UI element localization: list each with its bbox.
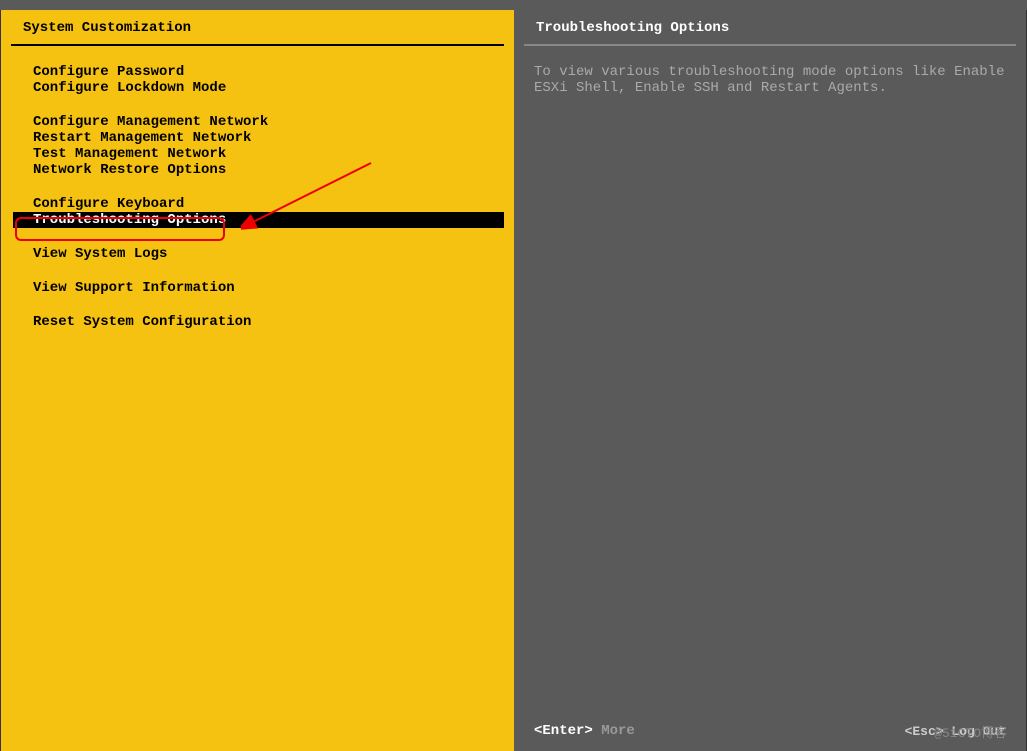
menu-configure-keyboard[interactable]: Configure Keyboard <box>25 196 514 212</box>
menu-test-management-network[interactable]: Test Management Network <box>25 146 514 162</box>
enter-key-label: <Enter> <box>534 723 593 739</box>
right-panel-title: Troubleshooting Options <box>524 10 1016 46</box>
left-panel: System Customization Configure Password … <box>0 10 514 751</box>
menu-restart-management-network[interactable]: Restart Management Network <box>25 130 514 146</box>
hint-enter: <Enter> More <box>534 723 635 739</box>
menu-group-5: View Support Information <box>13 280 514 296</box>
menu-view-system-logs[interactable]: View System Logs <box>25 246 514 262</box>
menu-group-3: Configure Keyboard Troubleshooting Optio… <box>13 196 514 228</box>
menu-configure-management-network[interactable]: Configure Management Network <box>25 114 514 130</box>
menu-configure-lockdown-mode[interactable]: Configure Lockdown Mode <box>25 80 514 96</box>
menu-network-restore-options[interactable]: Network Restore Options <box>25 162 514 178</box>
watermark: @51CTO博客 <box>934 722 1007 741</box>
left-panel-title: System Customization <box>11 10 504 46</box>
menu-reset-system-configuration[interactable]: Reset System Configuration <box>25 314 514 330</box>
menu-group-1: Configure Password Configure Lockdown Mo… <box>13 64 514 96</box>
menu-section: Configure Password Configure Lockdown Mo… <box>1 46 514 330</box>
menu-group-2: Configure Management Network Restart Man… <box>13 114 514 178</box>
menu-troubleshooting-options[interactable]: Troubleshooting Options <box>13 212 504 228</box>
right-panel-description: To view various troubleshooting mode opt… <box>514 46 1026 114</box>
main-container: System Customization Configure Password … <box>0 10 1027 751</box>
right-panel: Troubleshooting Options To view various … <box>514 10 1027 751</box>
menu-group-4: View System Logs <box>13 246 514 262</box>
top-bar <box>0 0 1027 10</box>
menu-configure-password[interactable]: Configure Password <box>25 64 514 80</box>
menu-group-6: Reset System Configuration <box>13 314 514 330</box>
enter-action-label: More <box>601 723 635 739</box>
menu-view-support-information[interactable]: View Support Information <box>25 280 514 296</box>
